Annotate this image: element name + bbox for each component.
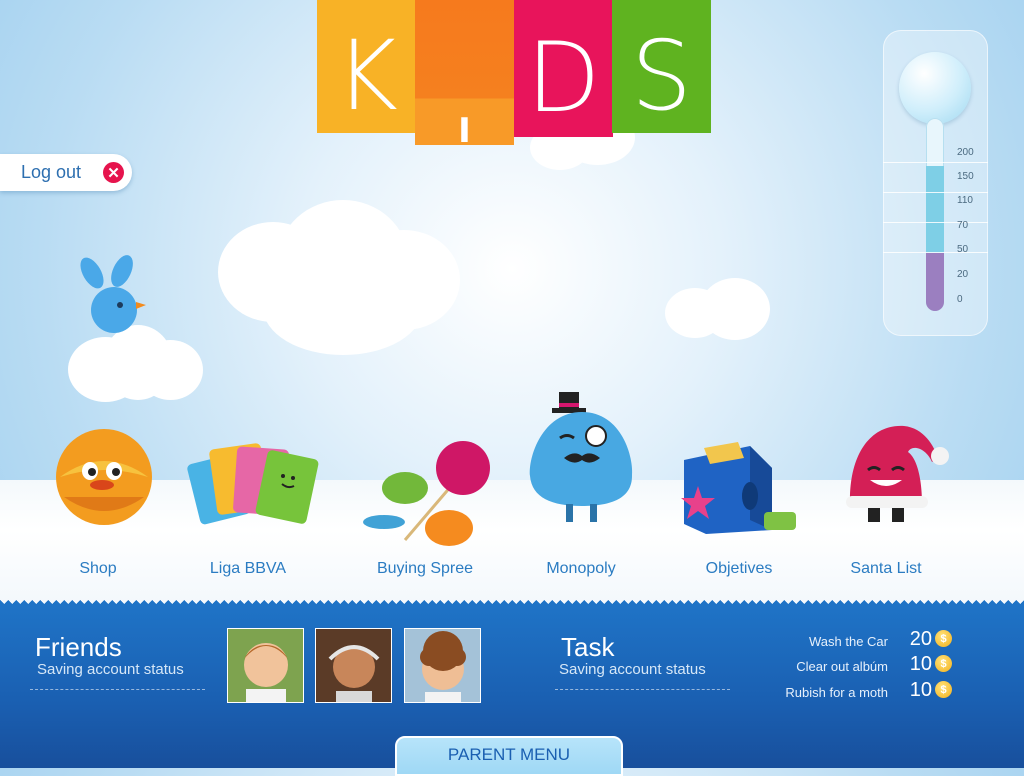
thermometer-bulb [899,52,971,124]
panel-edge [0,600,1024,608]
logo-letter-i: I [415,0,514,148]
task-value: 20 [909,628,932,650]
logo-letter-s: S [612,0,711,133]
task-row[interactable]: Rubish for a moth 10 $ [740,679,960,703]
santa-hat-icon[interactable] [842,422,957,532]
task-subtitle: Saving account status [559,661,706,678]
thermometer-level-fill [926,253,944,311]
thermometer-target-fill [926,166,944,253]
logout-label: Log out [21,162,82,182]
friend-avatar[interactable] [404,628,481,703]
coin-icon: $ [935,681,952,698]
scale-label: 20 [957,269,969,280]
friends-divider [30,689,205,690]
task-divider [555,689,730,690]
menu-santa-list[interactable]: Santa List [816,560,956,578]
monster-icon[interactable] [522,388,642,528]
scale-label: 110 [957,195,973,206]
coin-icon: $ [935,630,952,647]
scale-label: 150 [957,171,974,182]
friend-avatar[interactable] [315,628,392,703]
menu-buying-spree[interactable]: Buying Spree [355,560,495,578]
logout-button[interactable]: Log out ✕ [0,154,132,191]
savings-thermometer: 200 150 110 70 50 20 0 [883,30,988,336]
candy-icon[interactable] [360,440,500,550]
toy-box-icon[interactable] [680,440,810,536]
coin-icon: $ [935,655,952,672]
ball-icon[interactable] [52,425,156,529]
scale-label: 50 [957,244,969,255]
menu-objetives[interactable]: Objetives [669,560,809,578]
friend-avatar[interactable] [227,628,304,703]
task-name: Rubish for a moth [785,685,888,700]
task-row[interactable]: Wash the Car 20 $ [740,628,960,652]
logo-letter-d: D [514,0,613,137]
logo-letter-k: K [317,0,416,133]
big-cloud [218,200,463,360]
bird-icon [80,255,146,333]
task-name: Clear out albúm [796,659,888,674]
menu-shop[interactable]: Shop [28,560,168,578]
friends-subtitle: Saving account status [37,661,184,678]
task-value: 10 [909,679,932,701]
close-icon[interactable]: ✕ [103,162,124,183]
scale-label: 200 [957,147,974,158]
thermometer-tube [926,118,944,311]
parent-menu-tab[interactable]: PARENT MENU [395,736,623,776]
scale-label: 70 [957,220,969,231]
menu-liga-bbva[interactable]: Liga BBVA [178,560,318,578]
friends-title: Friends [35,632,122,662]
small-cloud [665,278,775,346]
cards-icon[interactable] [185,438,325,530]
scale-label: 0 [957,294,963,305]
task-row[interactable]: Clear out albúm 10 $ [740,653,960,677]
task-title: Task [561,632,615,662]
task-value: 10 [909,653,932,675]
menu-monopoly[interactable]: Monopoly [511,560,651,578]
task-name: Wash the Car [809,634,888,649]
